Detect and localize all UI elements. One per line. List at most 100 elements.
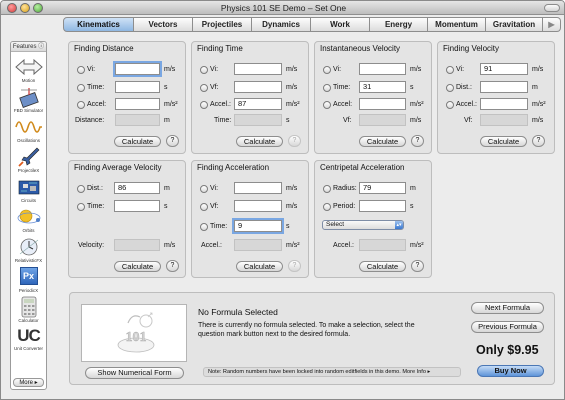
physics-101-logo-icon: 101 <box>117 312 155 353</box>
accel-radio[interactable] <box>446 101 454 109</box>
tab-work[interactable]: Work <box>311 17 370 32</box>
time-result-label: Time: <box>214 117 232 124</box>
vi-radio[interactable] <box>323 66 331 74</box>
vf-input[interactable] <box>234 200 282 212</box>
accel-input[interactable] <box>359 98 406 110</box>
vi-radio[interactable] <box>446 66 454 74</box>
tab-momentum[interactable]: Momentum <box>428 17 486 32</box>
tab-vectors[interactable]: Vectors <box>134 17 193 32</box>
tab-gravitation[interactable]: Gravitation <box>486 17 543 32</box>
chevron-updown-icon: ▴▾ <box>395 221 403 229</box>
tab-kinematics[interactable]: Kinematics <box>63 17 134 32</box>
show-numerical-form-button[interactable]: Show Numerical Form <box>85 367 184 379</box>
sidebar-item-relativisticfx[interactable]: RelativisticFX <box>11 236 46 264</box>
vi-radio[interactable] <box>200 185 208 193</box>
vi-input[interactable]: 91 <box>480 63 528 75</box>
accel-radio[interactable] <box>323 101 331 109</box>
previous-formula-button[interactable]: Previous Formula <box>471 321 544 333</box>
buy-now-button[interactable]: Buy Now <box>477 365 544 377</box>
vf-radio[interactable] <box>200 84 208 92</box>
calculate-button[interactable]: Calculate <box>236 261 283 272</box>
calculate-button[interactable]: Calculate <box>236 136 283 147</box>
formula-help-button[interactable]: ? <box>288 260 301 272</box>
calculate-button[interactable]: Calculate <box>114 261 161 272</box>
sidebar-more-button[interactable]: More ▸ <box>13 378 44 387</box>
sidebar-item-fbd-simulator[interactable]: FBD Simulator <box>11 86 46 114</box>
accel-input[interactable] <box>480 98 528 110</box>
dist-input[interactable] <box>480 81 528 93</box>
time-radio[interactable] <box>200 223 208 231</box>
dist-radio[interactable] <box>77 185 85 193</box>
sidebar-item-oscillations[interactable]: Oscillations <box>11 116 46 144</box>
time-radio[interactable] <box>77 84 85 92</box>
time-result-unit: s <box>286 117 290 124</box>
toolbar-toggle-button[interactable] <box>544 4 560 12</box>
vi-input[interactable] <box>115 63 160 75</box>
tab-projectiles[interactable]: Projectiles <box>193 17 252 32</box>
accel-result-unit: m/s² <box>286 242 300 249</box>
next-formula-button[interactable]: Next Formula <box>471 302 544 314</box>
time-input[interactable] <box>115 81 160 93</box>
vi-input[interactable] <box>234 63 282 75</box>
sidebar-header: Features ⓘ <box>11 42 46 52</box>
sidebar-item-circuits[interactable]: Circuits <box>11 176 46 204</box>
dist-input[interactable]: 86 <box>114 182 160 194</box>
vi-input[interactable] <box>359 63 406 75</box>
period-input[interactable] <box>359 200 406 212</box>
sidebar-item-unit-converter[interactable]: UC Unit Converter <box>11 326 46 352</box>
accel-input[interactable] <box>115 98 160 110</box>
panel-title: Finding Time <box>197 44 243 53</box>
formula-help-button[interactable]: ? <box>411 135 424 147</box>
sidebar-item-periodicx[interactable]: Px PeriodicX <box>11 266 46 294</box>
vi-input[interactable] <box>234 182 282 194</box>
formula-help-button[interactable]: ? <box>288 135 301 147</box>
radius-label: Radius: <box>333 185 357 192</box>
dist-label: Dist.: <box>456 84 472 91</box>
formula-help-button[interactable]: ? <box>166 260 179 272</box>
tab-dynamics[interactable]: Dynamics <box>252 17 311 32</box>
sidebar-item-projectilex[interactable]: ProjectileX <box>11 146 46 174</box>
radius-input[interactable]: 79 <box>359 182 406 194</box>
logo-text: 101 <box>126 330 147 345</box>
accel-unit: m/s² <box>532 101 546 108</box>
time-input[interactable]: 31 <box>359 81 406 93</box>
sidebar-item-motion[interactable]: Motion <box>11 56 46 84</box>
vi-radio[interactable] <box>77 66 85 74</box>
vi-unit: m/s <box>532 66 544 73</box>
calculate-button[interactable]: Calculate <box>480 136 527 147</box>
formula-help-button[interactable]: ? <box>532 135 545 147</box>
time-input[interactable] <box>114 200 160 212</box>
tab-scroll-right-icon[interactable]: ▶ <box>543 17 561 32</box>
formula-display-panel: 101 No Formula Selected There is current… <box>69 292 555 385</box>
title-bar[interactable]: Physics 101 SE Demo – Set One <box>1 1 564 15</box>
radius-radio[interactable] <box>323 185 331 193</box>
accel-input[interactable]: 87 <box>234 98 282 110</box>
time-radio[interactable] <box>77 203 85 211</box>
period-radio[interactable] <box>323 203 331 211</box>
unit-select-dropdown[interactable]: Select ▴▾ <box>322 220 404 230</box>
tab-energy[interactable]: Energy <box>370 17 428 32</box>
instantaneous-velocity-panel: Instantaneous Velocity Vi: m/s Time: 31 … <box>314 41 432 154</box>
accel-radio[interactable] <box>200 101 208 109</box>
formula-help-button[interactable]: ? <box>166 135 179 147</box>
sidebar-item-label: Orbits <box>22 228 35 233</box>
vf-result-label: Vf: <box>464 117 473 124</box>
sidebar-item-label: ProjectileX <box>17 168 40 173</box>
vi-radio[interactable] <box>200 66 208 74</box>
time-unit: s <box>410 84 414 91</box>
calculate-button[interactable]: Calculate <box>359 136 406 147</box>
dist-unit: m <box>164 185 170 192</box>
sidebar-item-calculator[interactable]: Calculator <box>11 296 46 324</box>
calculate-button[interactable]: Calculate <box>359 261 406 272</box>
calculate-button[interactable]: Calculate <box>114 136 161 147</box>
accel-radio[interactable] <box>77 101 85 109</box>
accel-result-label: Accel.: <box>201 242 223 249</box>
formula-help-button[interactable]: ? <box>411 260 424 272</box>
vf-radio[interactable] <box>200 203 208 211</box>
time-input[interactable]: 9 <box>234 220 282 232</box>
dist-radio[interactable] <box>446 84 454 92</box>
sidebar-item-orbits[interactable]: Orbits <box>11 206 46 234</box>
demo-note-banner[interactable]: Note: Random numbers have been locked in… <box>203 367 461 377</box>
time-radio[interactable] <box>323 84 331 92</box>
vf-input[interactable] <box>234 81 282 93</box>
